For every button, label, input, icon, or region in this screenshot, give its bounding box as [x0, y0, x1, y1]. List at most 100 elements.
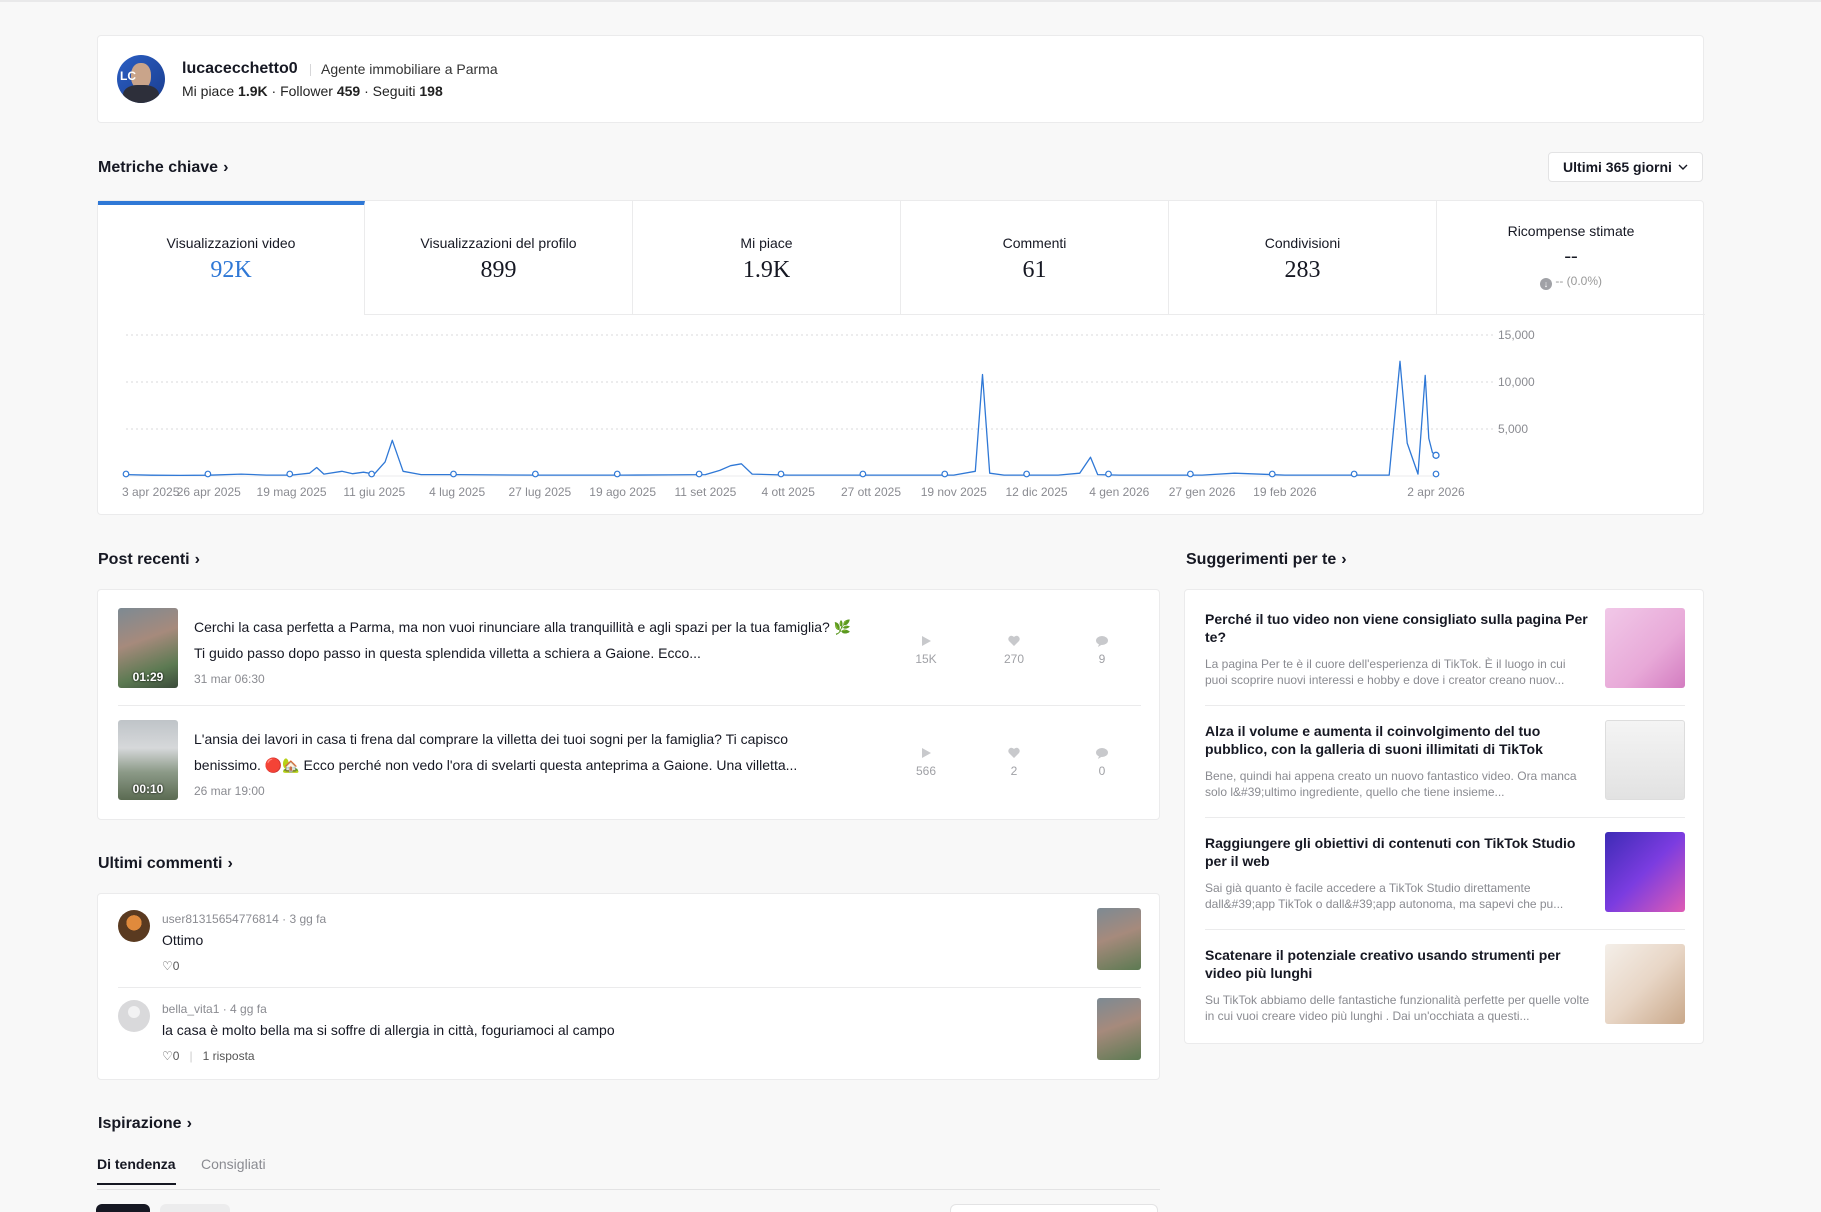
heart-icon — [1008, 635, 1020, 646]
metric-change-text: -- (0.0%) — [1555, 274, 1602, 288]
x-tick-label: 19 mag 2025 — [257, 485, 327, 499]
data-point-marker — [1105, 470, 1112, 478]
comment-row[interactable]: user81315654776814 · 3 gg fa Ottimo ♡0 — [118, 894, 1141, 984]
comment-likes[interactable]: ♡0 | 1 risposta — [162, 1049, 255, 1063]
suggestion-title: Alza il volume e aumenta il coinvolgimen… — [1205, 723, 1543, 757]
top-divider — [0, 0, 1821, 2]
latest-comments-title-text: Ultimi commenti — [98, 855, 223, 872]
chevron-right-icon: › — [227, 855, 233, 872]
metrics-card: Visualizzazioni video 92K Visualizzazion… — [97, 200, 1705, 515]
metric-label: Visualizzazioni video — [166, 235, 296, 251]
latest-comments-card: user81315654776814 · 3 gg fa Ottimo ♡0 b… — [97, 893, 1160, 1080]
separator: | — [189, 1049, 193, 1063]
recent-posts-title[interactable]: Post recenti › — [98, 551, 200, 569]
play-icon — [922, 636, 931, 646]
data-point-marker — [1432, 451, 1440, 459]
data-point-marker — [531, 470, 539, 478]
data-point-marker — [122, 470, 130, 478]
suggestion-desc: Su TikTok abbiamo delle fantastiche funz… — [1205, 993, 1590, 1023]
data-point-marker — [1350, 470, 1358, 478]
post-likes-count: 2 — [1010, 764, 1018, 778]
x-tick-label: 27 gen 2026 — [1169, 485, 1236, 499]
commenter-avatar[interactable] — [118, 910, 150, 942]
post-likes-count: 270 — [1003, 652, 1025, 666]
recent-posts-card: 01:29 Cerchi la casa perfetta a Parma, m… — [97, 589, 1160, 820]
post-comments: 9 — [1082, 634, 1122, 666]
tab-video-views[interactable]: Visualizzazioni video 92K — [98, 201, 365, 315]
profile-stats: Mi piace 1.9K · Follower 459 · Seguiti 1… — [182, 83, 443, 99]
key-metrics-title[interactable]: Metriche chiave › — [98, 159, 228, 177]
tab-profile-views[interactable]: Visualizzazioni del profilo 899 — [365, 201, 633, 315]
tab-shares[interactable]: Condivisioni 283 — [1169, 201, 1437, 315]
filter-pill[interactable] — [160, 1204, 230, 1212]
comment-text: la casa è molto bella ma si soffre di al… — [162, 1022, 615, 1038]
chevron-right-icon: › — [186, 1115, 192, 1132]
suggestion-item[interactable]: Scatenare il potenziale creativo usando … — [1205, 926, 1685, 1038]
followers-label: Follower — [280, 83, 333, 99]
metric-label: Ricompense stimate — [1507, 223, 1635, 239]
comment-post-thumbnail[interactable] — [1097, 908, 1141, 970]
post-likes: 2 — [994, 746, 1034, 778]
profile-username[interactable]: lucacecchetto0 — [182, 60, 298, 78]
post-comments-count: 9 — [1098, 652, 1106, 666]
comment-likes[interactable]: ♡0 — [162, 959, 179, 973]
comment-icon — [1096, 636, 1108, 647]
chevron-down-icon — [1678, 164, 1688, 170]
data-point-marker — [941, 470, 949, 478]
series-line — [125, 360, 1437, 477]
post-views: 566 — [906, 746, 946, 778]
tab-estimated-rewards[interactable]: Ricompense stimate -- ↓ -- (0.0%) — [1437, 201, 1705, 315]
x-tick-label: 4 lug 2025 — [429, 485, 485, 499]
suggestions-title[interactable]: Suggerimenti per te › — [1186, 551, 1347, 569]
metric-value: 61 — [1022, 257, 1047, 283]
data-point-marker — [450, 470, 457, 478]
inspiration-title[interactable]: Ispirazione › — [98, 1115, 192, 1133]
key-metrics-title-text: Metriche chiave — [98, 159, 219, 176]
comment-text: Ottimo — [162, 932, 204, 948]
likes-label: Mi piace — [182, 83, 235, 99]
post-row[interactable]: 00:10 L'ansia dei lavori in casa ti fren… — [118, 702, 1141, 814]
data-point-marker — [1432, 470, 1440, 478]
suggestion-thumbnail — [1605, 608, 1685, 688]
data-point-marker — [1268, 470, 1276, 478]
post-thumbnail[interactable]: 01:29 — [118, 608, 178, 688]
video-views-chart[interactable]: 15,000 10,000 5,000 3 apr 202526 apr 2025 19… — [98, 315, 1705, 515]
post-row[interactable]: 01:29 Cerchi la casa perfetta a Parma, m… — [118, 590, 1141, 702]
commenter-avatar[interactable] — [118, 1000, 150, 1032]
comment-meta: bella_vita1 · 4 gg fa — [162, 1002, 267, 1016]
chevron-right-icon: › — [1341, 551, 1347, 568]
filter-dropdown[interactable] — [950, 1204, 1158, 1212]
filter-pill[interactable] — [96, 1204, 150, 1212]
suggestion-item[interactable]: Raggiungere gli obiettivi di contenuti c… — [1205, 814, 1685, 926]
comment-row[interactable]: bella_vita1 · 4 gg fa la casa è molto be… — [118, 984, 1141, 1074]
date-range-dropdown[interactable]: Ultimi 365 giorni — [1548, 152, 1703, 182]
x-tick-label: 27 ott 2025 — [841, 485, 901, 499]
post-likes: 270 — [994, 634, 1034, 666]
tab-recommended[interactable]: Consigliati — [201, 1156, 266, 1172]
metric-label: Condivisioni — [1264, 235, 1341, 251]
latest-comments-title[interactable]: Ultimi commenti › — [98, 855, 233, 873]
post-views-count: 15K — [915, 652, 937, 666]
suggestion-item[interactable]: Perché il tuo video non viene consigliat… — [1205, 590, 1685, 702]
data-point-marker — [368, 470, 376, 478]
y-tick-label: 10,000 — [1498, 375, 1535, 389]
tab-comments[interactable]: Commenti 61 — [901, 201, 1169, 315]
comment-post-thumbnail[interactable] — [1097, 998, 1141, 1060]
post-thumbnail[interactable]: 00:10 — [118, 720, 178, 800]
tab-likes[interactable]: Mi piace 1.9K — [633, 201, 901, 315]
suggestion-thumbnail — [1605, 832, 1685, 912]
inspiration-title-text: Ispirazione — [98, 1115, 182, 1132]
data-point-marker — [859, 470, 867, 478]
x-tick-label: 26 apr 2025 — [177, 485, 241, 499]
recent-posts-title-text: Post recenti — [98, 551, 190, 568]
avatar[interactable]: LC — [117, 55, 165, 103]
x-tick-label: 2 apr 2026 — [1407, 485, 1465, 499]
heart-outline-icon: ♡ — [162, 1049, 173, 1063]
tab-trending[interactable]: Di tendenza — [97, 1156, 176, 1185]
y-tick-label: 5,000 — [1498, 422, 1528, 436]
post-comments: 0 — [1082, 746, 1122, 778]
metric-value: 899 — [480, 257, 517, 283]
comment-replies[interactable]: 1 risposta — [203, 1049, 255, 1063]
data-point-marker — [286, 470, 294, 478]
suggestion-item[interactable]: Alza il volume e aumenta il coinvolgimen… — [1205, 702, 1685, 814]
